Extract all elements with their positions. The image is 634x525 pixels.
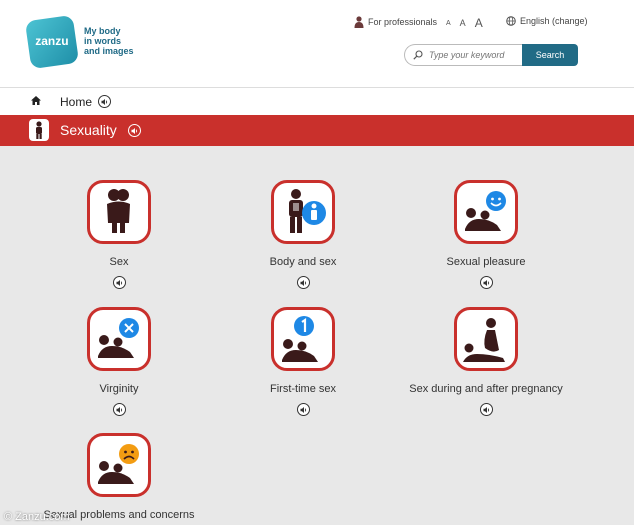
site-header: zanzu My body in words and images For pr… (0, 0, 634, 87)
couple-sad-icon[interactable] (87, 433, 151, 497)
font-size-controls: A A A (446, 16, 483, 30)
font-size-large[interactable]: A (475, 16, 483, 30)
couple-happy-icon[interactable] (454, 180, 518, 244)
section-icon (29, 119, 49, 141)
search-icon (413, 50, 423, 60)
page-title: Sexuality (60, 122, 117, 138)
tile-label: First-time sex (270, 383, 336, 395)
font-size-small[interactable]: A (446, 20, 451, 27)
topic-tile-sex[interactable]: Sex (29, 180, 209, 290)
speaker-icon[interactable] (113, 276, 126, 289)
tile-label: Sex during and after pregnancy (409, 383, 563, 395)
tagline-line-1: My body (84, 26, 121, 36)
breadcrumb: Home (0, 87, 634, 115)
body-figure-icon[interactable] (271, 180, 335, 244)
image-credit: © Zanzu.com (4, 511, 70, 523)
topic-tile-pregnancy[interactable]: Sex during and after pregnancy (396, 307, 576, 417)
tagline: My body in words and images (84, 26, 134, 56)
tile-label: Sex (109, 256, 129, 268)
speaker-icon[interactable] (113, 403, 126, 416)
professionals-link[interactable]: For professionals (354, 16, 437, 28)
globe-icon (506, 16, 516, 26)
font-size-medium[interactable]: A (460, 18, 466, 28)
couple-one-icon[interactable] (271, 307, 335, 371)
search-input[interactable] (429, 50, 515, 60)
tagline-line-2: in words (84, 36, 122, 46)
tile-label: Body and sex (269, 256, 337, 268)
tile-label: Virginity (99, 383, 139, 395)
topic-tile-virginity[interactable]: Virginity (29, 307, 209, 417)
topic-tile-body-and-sex[interactable]: Body and sex (213, 180, 393, 290)
couple-hug-icon[interactable] (87, 180, 151, 244)
tile-label: Sexual pleasure (446, 256, 526, 268)
topic-tile-first-time-sex[interactable]: First-time sex (213, 307, 393, 417)
pregnant-couple-icon[interactable] (454, 307, 518, 371)
language-selector[interactable]: English (change) (506, 16, 588, 26)
professionals-label: For professionals (368, 17, 438, 27)
speaker-icon[interactable] (297, 276, 310, 289)
breadcrumb-home[interactable]: Home (60, 95, 92, 109)
search-bar: Search (404, 44, 578, 66)
speaker-icon[interactable] (297, 403, 310, 416)
logo-text: zanzu (35, 34, 69, 49)
speaker-icon[interactable] (128, 124, 141, 137)
section-header: Sexuality (0, 115, 634, 146)
speaker-icon[interactable] (480, 276, 493, 289)
speaker-icon[interactable] (480, 403, 493, 416)
home-icon[interactable] (31, 96, 41, 105)
person-icon (354, 16, 364, 28)
topic-tile-sexual-pleasure[interactable]: Sexual pleasure (396, 180, 576, 290)
language-label: English (change) (520, 16, 588, 26)
zanzu-logo[interactable]: zanzu (24, 14, 80, 70)
speaker-icon[interactable] (98, 95, 111, 108)
tagline-line-3: and images (84, 46, 134, 56)
couple-cross-icon[interactable] (87, 307, 151, 371)
search-field[interactable] (404, 44, 522, 66)
search-button[interactable]: Search (522, 44, 578, 66)
